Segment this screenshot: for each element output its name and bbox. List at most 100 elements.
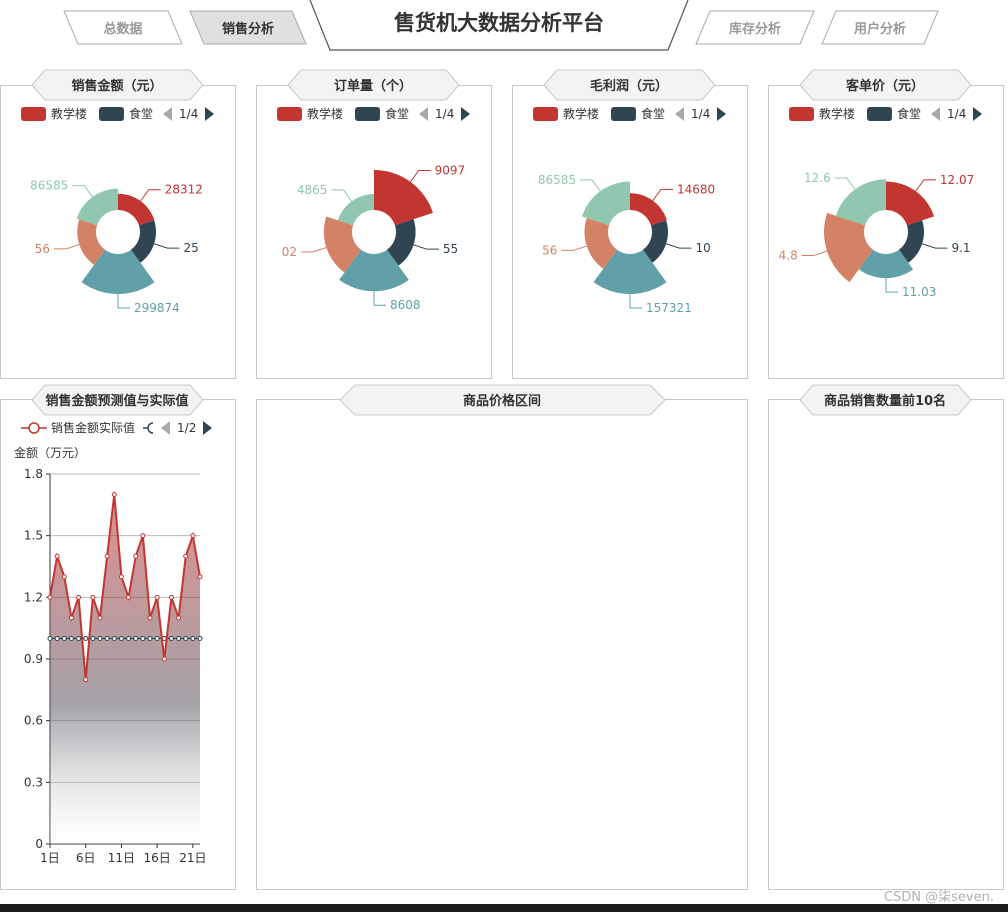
actual-point[interactable] <box>161 656 167 662</box>
predicted-point[interactable] <box>47 635 53 641</box>
actual-point[interactable] <box>168 594 174 600</box>
legend-item-teaching[interactable]: 教学楼 <box>789 105 855 122</box>
predicted-point[interactable] <box>111 635 117 641</box>
actual-point[interactable] <box>54 553 60 559</box>
prev-page-icon[interactable] <box>419 106 429 121</box>
predicted-point[interactable] <box>197 635 203 641</box>
pie-slice[interactable] <box>118 193 155 226</box>
legend-item-teaching[interactable]: 教学楼 <box>533 105 599 122</box>
predicted-point[interactable] <box>97 635 103 641</box>
legend-label: 食堂 <box>129 107 154 121</box>
legend-label: 教学楼 <box>563 107 600 121</box>
predicted-point[interactable] <box>118 635 124 641</box>
line-legend: 销售金额实际值 1/2 <box>21 419 213 436</box>
actual-point[interactable] <box>197 574 203 580</box>
predicted-point[interactable] <box>176 635 182 641</box>
actual-point[interactable] <box>90 594 96 600</box>
slice-label: 14680 <box>677 182 715 196</box>
predicted-point[interactable] <box>154 635 160 641</box>
actual-point[interactable] <box>190 533 196 539</box>
x-tick-label: 6日 <box>76 851 96 865</box>
predicted-point[interactable] <box>140 635 146 641</box>
pie-slice[interactable] <box>337 194 374 226</box>
tab-inventory[interactable]: 库存分析 <box>729 21 781 37</box>
actual-point[interactable] <box>147 615 153 621</box>
label-leader-line <box>801 250 828 256</box>
next-page-icon[interactable] <box>717 106 727 121</box>
chart-title: 订单量（个） <box>334 78 412 94</box>
legend-item-canteen[interactable]: 食堂 <box>99 105 153 122</box>
pie-legend: 教学楼 食堂 1/4 <box>21 105 215 122</box>
legend-pager: 1/2 <box>161 420 213 435</box>
legend-item-teaching[interactable]: 教学楼 <box>21 105 87 122</box>
prev-page-icon[interactable] <box>931 106 941 121</box>
legend-item-actual[interactable]: 销售金额实际值 <box>21 419 135 436</box>
legend-pager: 1/4 <box>419 106 471 121</box>
pie-slice[interactable] <box>886 181 935 226</box>
predicted-point[interactable] <box>61 635 67 641</box>
prev-page-icon[interactable] <box>675 106 685 121</box>
predicted-point[interactable] <box>183 635 189 641</box>
legend-label: 食堂 <box>385 107 410 121</box>
actual-point[interactable] <box>126 594 132 600</box>
next-page-icon[interactable] <box>461 106 471 121</box>
predicted-point[interactable] <box>190 635 196 641</box>
actual-point[interactable] <box>97 615 103 621</box>
rose-pie-order-count: 9097 55 8608 02 4865 <box>282 164 465 313</box>
label-leader-line <box>301 247 327 253</box>
actual-point[interactable] <box>176 615 182 621</box>
legend-item-canteen[interactable]: 食堂 <box>355 105 409 122</box>
prev-page-icon[interactable] <box>163 106 173 121</box>
tab-sales[interactable]: 销售分析 <box>222 21 274 37</box>
legend-item-canteen[interactable]: 食堂 <box>611 105 665 122</box>
predicted-point[interactable] <box>133 635 139 641</box>
actual-point[interactable] <box>61 574 67 580</box>
tab-total[interactable]: 总数据 <box>103 21 142 37</box>
y-tick-label: 0.3 <box>24 775 43 789</box>
actual-point[interactable] <box>83 677 89 683</box>
x-tick-label: 11日 <box>108 851 135 865</box>
actual-point[interactable] <box>104 553 110 559</box>
actual-point[interactable] <box>47 594 53 600</box>
actual-point[interactable] <box>76 594 82 600</box>
predicted-point[interactable] <box>147 635 153 641</box>
panel-top10 <box>768 399 1004 890</box>
actual-point[interactable] <box>183 553 189 559</box>
actual-point[interactable] <box>111 492 117 498</box>
legend-label: 教学楼 <box>51 107 88 121</box>
actual-point[interactable] <box>140 533 146 539</box>
chart-title: 毛利润（元） <box>590 78 668 94</box>
predicted-point[interactable] <box>90 635 96 641</box>
actual-point[interactable] <box>68 615 74 621</box>
predicted-point[interactable] <box>83 635 89 641</box>
pie-legend: 教学楼 食堂 1/4 <box>533 105 727 122</box>
actual-point[interactable] <box>133 553 139 559</box>
next-page-icon[interactable] <box>973 106 983 121</box>
y-tick-label: 0 <box>35 837 43 851</box>
predicted-point[interactable] <box>54 635 60 641</box>
pie-slice[interactable] <box>76 188 118 226</box>
predicted-point[interactable] <box>104 635 110 641</box>
predicted-point[interactable] <box>76 635 82 641</box>
legend-pager: 1/4 <box>931 106 983 121</box>
legend-clipped-marker-icon <box>143 421 154 434</box>
actual-point[interactable] <box>154 594 160 600</box>
predicted-point[interactable] <box>68 635 74 641</box>
label-leader-line <box>410 170 431 183</box>
predicted-point[interactable] <box>168 635 174 641</box>
next-page-icon[interactable] <box>205 106 215 121</box>
slice-label: 12.6 <box>804 171 831 185</box>
pie-slice[interactable] <box>581 181 630 226</box>
pie-legend: 教学楼 食堂 1/4 <box>789 105 983 122</box>
actual-point[interactable] <box>118 574 124 580</box>
pie-headers: 销售金额（元） 订单量（个） 毛利润（元） 客单价（元） <box>31 69 972 101</box>
legend-item-teaching[interactable]: 教学楼 <box>277 105 343 122</box>
legend-item-canteen[interactable]: 食堂 <box>867 105 921 122</box>
prev-page-icon[interactable] <box>161 420 171 435</box>
predicted-point[interactable] <box>126 635 132 641</box>
pie-slice[interactable] <box>374 170 433 226</box>
tab-users[interactable]: 用户分析 <box>853 21 906 37</box>
next-page-icon[interactable] <box>203 420 213 435</box>
pie-slice[interactable] <box>630 193 667 226</box>
slice-label: 55 <box>443 242 458 256</box>
